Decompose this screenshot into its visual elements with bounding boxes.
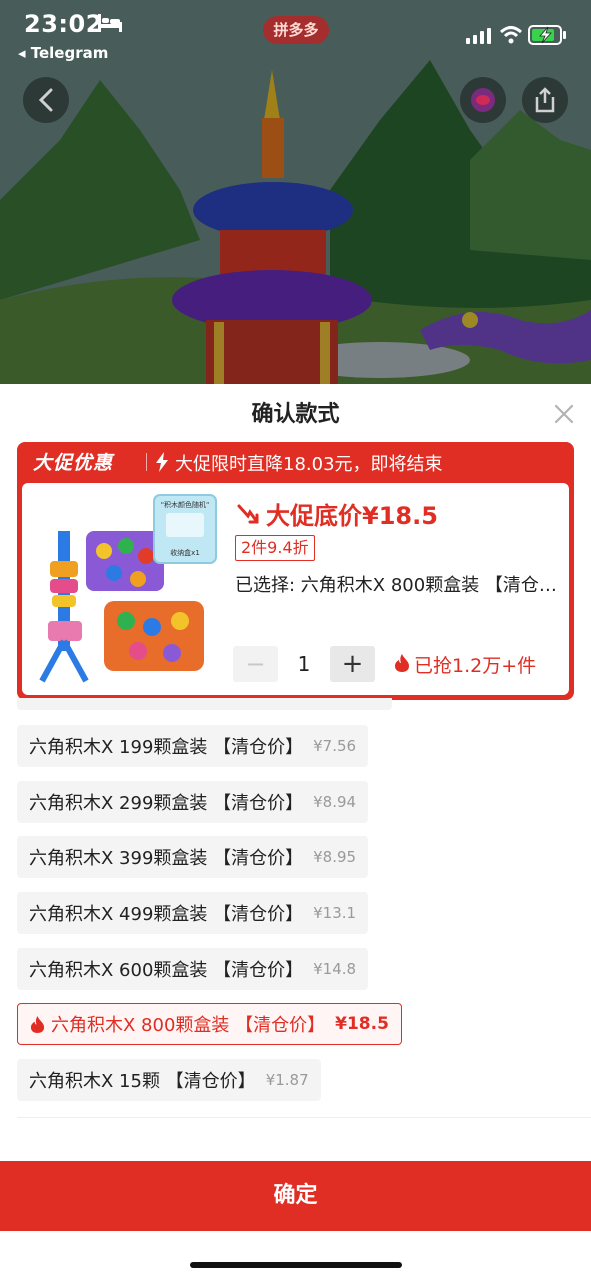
option-399[interactable]: 六角积木X 399颗盒装 【清仓价】 ¥8.95 — [17, 836, 369, 878]
close-icon — [554, 404, 574, 424]
option-499[interactable]: 六角积木X 499颗盒装 【清仓价】 ¥13.1 — [17, 892, 369, 934]
option-600[interactable]: 六角积木X 600颗盒装 【清仓价】 ¥14.8 — [17, 948, 369, 990]
option-price: ¥8.95 — [313, 848, 357, 866]
sold-count-text: 已抢1.2万+件 — [414, 655, 537, 677]
promo-countdown-text: 大促限时直降18.03元，即将结束 — [175, 454, 443, 475]
product-summary: "积木颜色随机" 收纳盒x1 大促底价¥18.5 2件9.4折 已选择: 六角积… — [22, 483, 569, 695]
status-bar: 23:02 ◂ Telegram 拼多多 — [0, 0, 591, 62]
hidden-option-edge — [17, 698, 392, 710]
option-price: ¥18.5 — [335, 1014, 389, 1034]
option-299[interactable]: 六角积木X 299颗盒装 【清仓价】 ¥8.94 — [17, 781, 369, 823]
back-button[interactable] — [23, 77, 69, 123]
thumb-label-random-color: "积木颜色随机" — [161, 500, 209, 509]
promo-card: 大促优惠 大促限时直降18.03元，即将结束 "积木颜色随机" 收纳盒x1 大促… — [17, 442, 574, 700]
battery-charging-icon — [528, 25, 568, 49]
close-button[interactable] — [552, 402, 576, 426]
option-name: 六角积木X 399颗盒装 【清仓价】 — [29, 848, 304, 869]
chevron-left-icon — [38, 88, 53, 112]
promo-price: 大促底价¥18.5 — [236, 496, 438, 531]
sold-count: 已抢1.2万+件 — [394, 651, 536, 678]
wifi-icon — [499, 26, 523, 48]
product-thumbnail[interactable]: "积木颜色随机" 收纳盒x1 — [34, 491, 224, 687]
option-name: 六角积木X 800颗盒装 【清仓价】 — [51, 1015, 326, 1036]
divider — [17, 1117, 591, 1118]
option-price: ¥14.8 — [313, 960, 357, 978]
confirm-button[interactable]: 确定 — [0, 1161, 591, 1231]
back-to-telegram-link[interactable]: ◂ Telegram — [18, 44, 108, 62]
quantity-increase-button[interactable]: + — [330, 646, 375, 682]
option-price: ¥1.87 — [265, 1071, 309, 1089]
discount-tag: 2件9.4折 — [235, 535, 315, 561]
selected-variant-text: 已选择: 六角积木X 800颗盒装 【清仓价】 — [235, 575, 560, 596]
quantity-value[interactable]: 1 — [280, 646, 328, 682]
thumb-label-storage-box: 收纳盒x1 — [170, 548, 200, 557]
option-199[interactable]: 六角积木X 199颗盒装 【清仓价】 ¥7.56 — [17, 725, 369, 767]
fire-icon — [30, 1015, 45, 1033]
cellular-signal-icon — [466, 28, 492, 48]
sheet-title: 确认款式 — [251, 402, 340, 427]
app-brand-badge: 拼多多 — [263, 16, 329, 44]
home-indicator[interactable] — [190, 1262, 402, 1268]
promo-price-label: 大促底价¥18.5 — [266, 502, 438, 530]
share-button[interactable] — [522, 77, 568, 123]
promo-brand-label: 大促优惠 — [33, 452, 114, 474]
lightning-icon — [155, 452, 169, 476]
option-800-selected[interactable]: 六角积木X 800颗盒装 【清仓价】 ¥18.5 — [17, 1003, 402, 1045]
quantity-decrease-button[interactable]: − — [233, 646, 278, 682]
favorite-button[interactable] — [460, 77, 506, 123]
option-15[interactable]: 六角积木X 15颗 【清仓价】 ¥1.87 — [17, 1059, 321, 1101]
product-image-area: 23:02 ◂ Telegram 拼多多 — [0, 0, 591, 384]
option-name: 六角积木X 15颗 【清仓价】 — [29, 1071, 256, 1092]
promo-header: 大促优惠 大促限时直降18.03元，即将结束 — [17, 442, 574, 482]
status-time: 23:02 — [24, 10, 103, 38]
option-price: ¥13.1 — [313, 904, 357, 922]
style-selection-sheet: 确认款式 大促优惠 大促限时直降18.03元，即将结束 "积木颜色随机" 收纳盒… — [0, 384, 591, 1280]
option-name: 六角积木X 499颗盒装 【清仓价】 — [29, 904, 304, 925]
promo-divider — [146, 453, 147, 471]
option-price: ¥8.94 — [313, 793, 357, 811]
option-name: 六角积木X 600颗盒装 【清仓价】 — [29, 960, 304, 981]
option-name: 六角积木X 299颗盒装 【清仓价】 — [29, 793, 304, 814]
bed-icon — [98, 14, 122, 36]
option-price: ¥7.56 — [313, 737, 357, 755]
option-name: 六角积木X 199颗盒装 【清仓价】 — [29, 737, 304, 758]
shop-logo-icon — [471, 88, 495, 112]
fire-icon — [394, 654, 410, 677]
share-icon — [535, 87, 555, 113]
